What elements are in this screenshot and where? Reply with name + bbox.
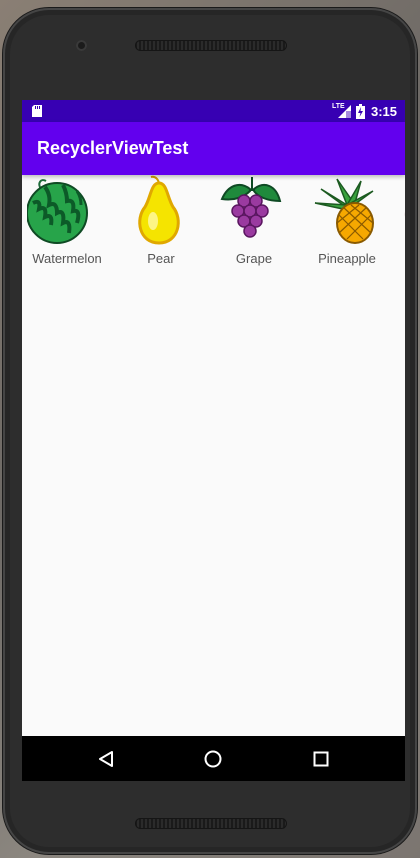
- list-item[interactable]: [394, 175, 405, 275]
- status-time: 3:15: [370, 103, 397, 119]
- list-item[interactable]: Pear: [115, 175, 207, 275]
- battery-charging-icon: [355, 103, 365, 119]
- app-title: RecyclerViewTest: [37, 138, 189, 158]
- fruit-name: Pineapple: [318, 251, 376, 266]
- navigation-bar: [22, 736, 405, 781]
- list-item[interactable]: Pineapple: [301, 175, 393, 275]
- front-camera: [76, 40, 87, 51]
- phone-screen: LTE 3:15 RecyclerViewTest Watermelon Pea…: [22, 100, 405, 781]
- lte-signal-icon: LTE: [332, 103, 352, 119]
- pineapple-icon: [307, 175, 387, 245]
- fruit-recycler-view[interactable]: Watermelon Pear Grape Pineapple: [22, 175, 405, 734]
- recents-button[interactable]: [308, 746, 334, 772]
- grape-icon: [214, 175, 294, 245]
- app-bar: RecyclerViewTest: [22, 122, 405, 175]
- back-icon: [99, 751, 113, 767]
- pear-icon: [121, 175, 201, 245]
- fruit-name: Grape: [235, 251, 273, 266]
- top-speaker-grille: [135, 40, 287, 51]
- sd-card-icon: [32, 104, 42, 122]
- watermelon-icon: [26, 175, 107, 245]
- home-button[interactable]: [200, 746, 226, 772]
- home-icon: [204, 750, 222, 768]
- status-bar: LTE 3:15: [22, 100, 405, 122]
- phone-frame: LTE 3:15 RecyclerViewTest Watermelon Pea…: [3, 8, 417, 854]
- bottom-speaker-grille: [135, 818, 287, 829]
- fruit-name: Watermelon: [32, 251, 102, 266]
- strawberry-icon: [400, 175, 405, 245]
- back-button[interactable]: [93, 746, 119, 772]
- list-item[interactable]: Grape: [208, 175, 300, 275]
- fruit-name: Pear: [147, 251, 175, 266]
- recents-icon: [313, 751, 329, 767]
- list-item[interactable]: Watermelon: [22, 175, 113, 275]
